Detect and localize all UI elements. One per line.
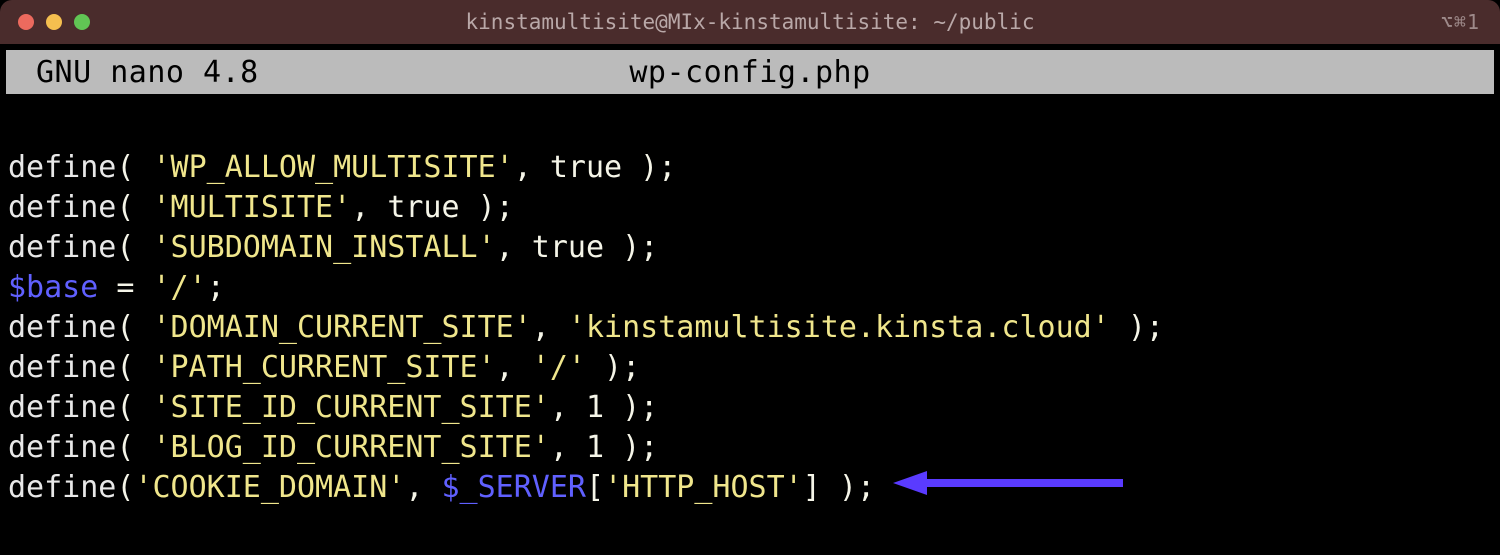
php-variable: $_SERVER [442,470,587,505]
window-title: kinstamultisite@MIx-kinstamultisite: ~/p… [466,10,1035,34]
code-line: define( 'MULTISITE', true ); [8,188,1494,228]
define-value: true [532,230,604,265]
define-key: 'MULTISITE' [153,190,352,225]
define-value: 'kinstamultisite.kinsta.cloud' [568,310,1110,345]
define-key: 'COOKIE_DOMAIN' [134,470,405,505]
window-titlebar: kinstamultisite@MIx-kinstamultisite: ~/p… [0,0,1500,44]
traffic-lights [0,14,90,30]
define-value: '/' [532,350,586,385]
code-line: define( 'WP_ALLOW_MULTISITE', true ); [8,148,1494,188]
code-line: define('COOKIE_DOMAIN', $_SERVER['HTTP_H… [8,468,1494,509]
define-key: 'SUBDOMAIN_INSTALL' [153,230,496,265]
nano-filename: wp-config.php [629,55,870,90]
define-key: 'WP_ALLOW_MULTISITE' [153,150,514,185]
editor-content[interactable]: define( 'WP_ALLOW_MULTISITE', true );def… [0,94,1500,509]
php-variable: $base [8,270,98,305]
assign-value: '/' [153,270,207,305]
code-line: define( 'SITE_ID_CURRENT_SITE', 1 ); [8,388,1494,428]
nano-header-bar: GNU nano 4.8 wp-config.php [6,50,1494,94]
define-value: true [387,190,459,225]
define-value: 1 [586,430,604,465]
code-line: define( 'BLOG_ID_CURRENT_SITE', 1 ); [8,428,1494,468]
define-value: true [550,150,622,185]
code-line: $base = '/'; [8,268,1494,308]
code-line: define( 'SUBDOMAIN_INSTALL', true ); [8,228,1494,268]
window-shortcut-hint: ⌥⌘1 [1441,10,1480,34]
close-window-button[interactable] [18,14,34,30]
define-key: 'SITE_ID_CURRENT_SITE' [153,390,550,425]
define-value: 1 [586,390,604,425]
minimize-window-button[interactable] [46,14,62,30]
nano-app-name: GNU nano 4.8 [6,55,259,90]
code-line: define( 'PATH_CURRENT_SITE', '/' ); [8,348,1494,388]
define-key: 'DOMAIN_CURRENT_SITE' [153,310,532,345]
define-key: 'BLOG_ID_CURRENT_SITE' [153,430,550,465]
pointer-arrow-icon [893,468,1133,509]
maximize-window-button[interactable] [74,14,90,30]
code-line: define( 'DOMAIN_CURRENT_SITE', 'kinstamu… [8,308,1494,348]
define-key: 'PATH_CURRENT_SITE' [153,350,496,385]
